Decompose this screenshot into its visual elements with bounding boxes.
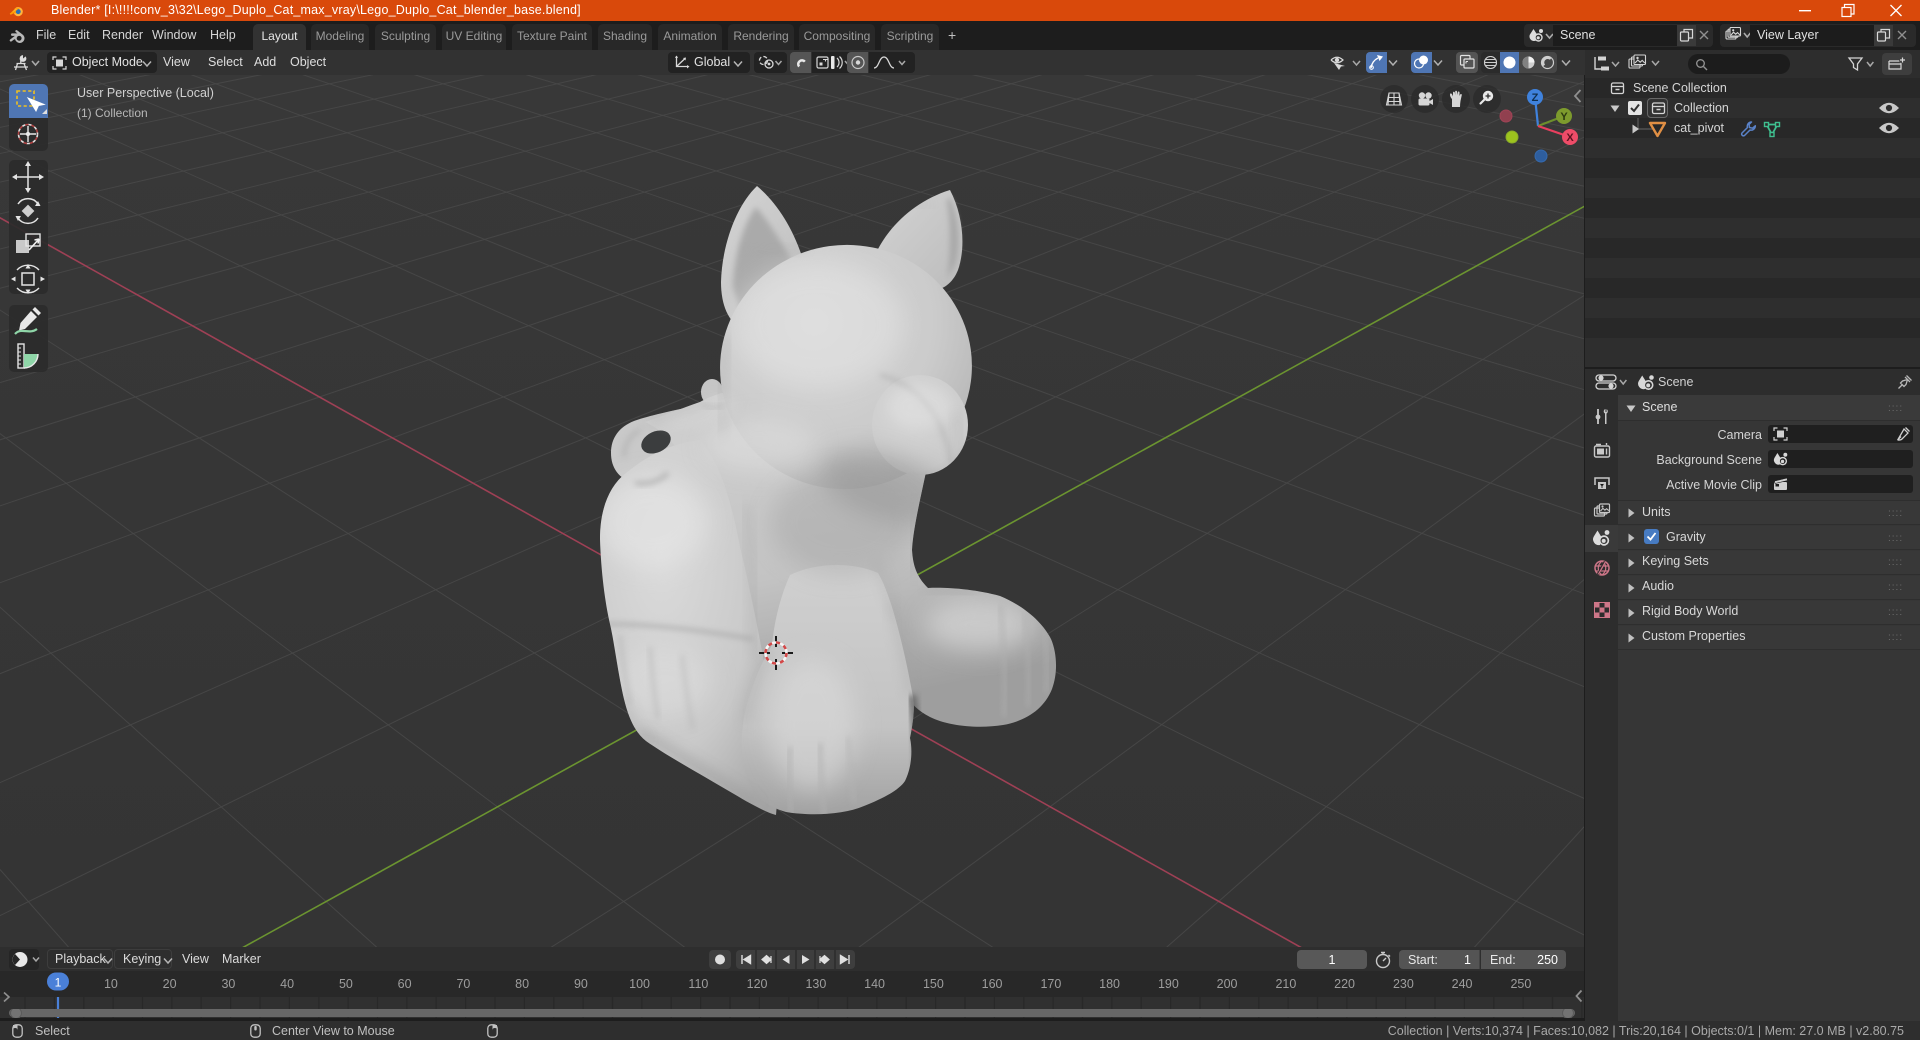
- svg-text:220: 220: [1334, 977, 1355, 991]
- svg-text:110: 110: [688, 977, 708, 991]
- svg-text:130: 130: [805, 977, 826, 991]
- svg-text:100: 100: [629, 977, 650, 991]
- svg-text:190: 190: [1158, 977, 1179, 991]
- svg-text:150: 150: [923, 977, 944, 991]
- svg-text:140: 140: [864, 977, 885, 991]
- svg-text:170: 170: [1040, 977, 1061, 991]
- svg-text:90: 90: [574, 977, 588, 991]
- svg-text:200: 200: [1217, 977, 1238, 991]
- svg-text:210: 210: [1275, 977, 1296, 991]
- svg-text:30: 30: [221, 977, 235, 991]
- svg-text:160: 160: [982, 977, 1003, 991]
- svg-text:240: 240: [1452, 977, 1473, 991]
- svg-text:Y: Y: [1560, 111, 1568, 123]
- svg-text:230: 230: [1393, 977, 1414, 991]
- svg-text:70: 70: [456, 977, 470, 991]
- svg-text:120: 120: [747, 977, 768, 991]
- svg-text:X: X: [1566, 132, 1574, 144]
- svg-text:180: 180: [1099, 977, 1120, 991]
- svg-text:60: 60: [398, 977, 412, 991]
- svg-text:Z: Z: [1532, 92, 1539, 104]
- svg-text:80: 80: [515, 977, 529, 991]
- svg-text:40: 40: [280, 977, 294, 991]
- svg-text:10: 10: [104, 977, 118, 991]
- svg-text:250: 250: [1510, 977, 1531, 991]
- svg-text:50: 50: [339, 977, 353, 991]
- svg-text:20: 20: [163, 977, 177, 991]
- svg-text:1: 1: [55, 976, 62, 990]
